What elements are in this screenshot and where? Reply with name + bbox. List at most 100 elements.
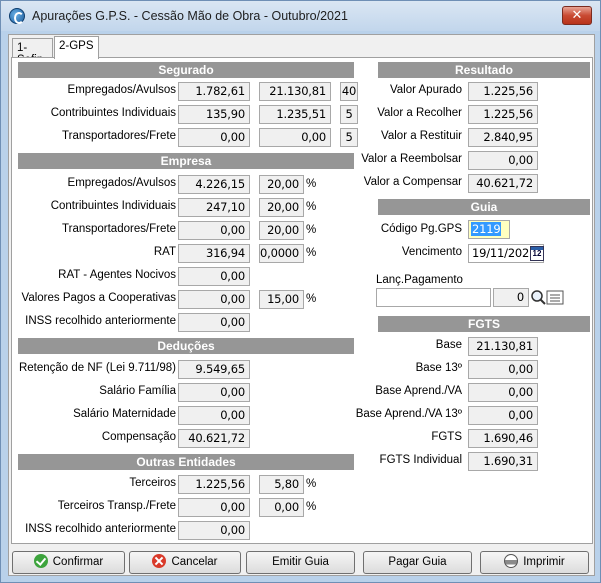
cancel-button-label: Cancelar [171,556,218,568]
segurado-contribuintes-value[interactable]: 135,90 [178,105,250,124]
segurado-transportadores-base[interactable]: 0,00 [259,128,331,147]
empresa-transportadores-unit: % [306,224,317,236]
deducoes-retencao-label: Retenção de NF (Lei 9.711/98) [18,362,176,374]
segurado-transportadores-value[interactable]: 0,00 [178,128,250,147]
emit-guide-button[interactable]: Emitir Guia [246,551,355,574]
empresa-transportadores-rate[interactable]: 20,00 [259,221,304,240]
resultado-restituir-label: Valor a Restituir [381,130,462,142]
resultado-compensar-value[interactable]: 40.621,72 [468,174,538,193]
guia-header: Guia [378,199,590,215]
deducoes-salario-familia-label: Salário Família [99,385,176,397]
deducoes-header: Deduções [18,338,354,354]
outras-terceiros-transp-rate[interactable]: 0,00 [259,498,304,517]
empresa-rat-unit: % [306,247,317,259]
segurado-empregados-label: Empregados/Avulsos [67,84,176,96]
segurado-contribuintes-count[interactable]: 5 [340,105,358,124]
deducoes-compensacao-label: Compensação [101,431,176,443]
title-bar: Apurações G.P.S. - Cessão Mão de Obra - … [1,1,600,31]
segurado-contribuintes-label: Contribuintes Individuais [50,107,176,119]
segurado-empregados-value[interactable]: 1.782,61 [178,82,250,101]
check-icon [33,554,48,568]
client-area: 1-Sefip 2-GPS Segurado Empregados/Avulso… [8,34,595,576]
outras-terceiros-label: Terceiros [129,477,176,489]
fgts-base-label: Base [435,339,462,351]
guia-lanc-input[interactable] [376,288,491,307]
window-title: Apurações G.P.S. - Cessão Mão de Obra - … [32,9,348,23]
empresa-empregados-rate[interactable]: 20,00 [259,175,304,194]
print-button-label: Imprimir [523,556,565,568]
empresa-rat-agentes-value[interactable]: 0,00 [178,267,250,286]
cancel-button[interactable]: Cancelar [129,551,241,574]
tab-gps[interactable]: 2-GPS [54,36,99,59]
list-icon[interactable] [546,289,564,306]
guia-codigo-input[interactable]: 2119 [468,220,510,239]
guia-codigo-value: 2119 [471,222,502,236]
calendar-icon[interactable]: 12 [530,246,544,261]
close-button[interactable]: ✕ [562,6,592,25]
empresa-contribuintes-rate[interactable]: 20,00 [259,198,304,217]
outras-terceiros-value[interactable]: 1.225,56 [178,475,250,494]
outras-terceiros-rate[interactable]: 5,80 [259,475,304,494]
fgts-base-aprend-label: Base Aprend./VA [375,385,462,397]
empresa-inss-anterior-label: INSS recolhido anteriormente [25,315,176,327]
confirm-button-label: Confirmar [52,556,104,568]
empresa-cooperativas-rate[interactable]: 15,00 [259,290,304,309]
fgts-base-aprend-value[interactable]: 0,00 [468,383,538,402]
fgts-base13-label: Base 13º [415,362,462,374]
outras-terceiros-transp-value[interactable]: 0,00 [178,498,250,517]
outras-terceiros-transp-unit: % [306,501,317,513]
fgts-label: FGTS [431,431,462,443]
tab-sefip[interactable]: 1-Sefip [12,38,53,66]
empresa-rat-agentes-label: RAT - Agentes Nocivos [58,269,176,281]
resultado-recolher-value[interactable]: 1.225,56 [468,105,538,124]
pay-guide-button[interactable]: Pagar Guia [363,551,472,574]
resultado-compensar-label: Valor a Compensar [363,176,462,188]
empresa-transportadores-value[interactable]: 0,00 [178,221,250,240]
app-icon [9,8,25,24]
fgts-value[interactable]: 1.690,46 [468,429,538,448]
segurado-empregados-base[interactable]: 21.130,81 [259,82,331,101]
fgts-header: FGTS [378,316,590,332]
outras-inss-anterior-label: INSS recolhido anteriormente [25,523,176,535]
outras-inss-anterior-value[interactable]: 0,00 [178,521,250,540]
empresa-rat-rate[interactable]: 0,0000 [259,244,304,263]
deducoes-retencao-value[interactable]: 9.549,65 [178,360,250,379]
segurado-transportadores-count[interactable]: 5 [340,128,358,147]
tab-page-gps: Segurado Empregados/Avulsos 1.782,61 21.… [11,57,593,544]
fgts-base-aprend13-value[interactable]: 0,00 [468,406,538,425]
resultado-reembolsar-label: Valor a Reembolsar [361,153,462,165]
empresa-contribuintes-unit: % [306,201,317,213]
empresa-contribuintes-value[interactable]: 247,10 [178,198,250,217]
outras-terceiros-unit: % [306,478,317,490]
deducoes-compensacao-value[interactable]: 40.621,72 [178,429,250,448]
resultado-apurado-value[interactable]: 1.225,56 [468,82,538,101]
empresa-cooperativas-unit: % [306,293,317,305]
confirm-button[interactable]: Confirmar [12,551,125,574]
printer-icon [504,554,519,568]
print-button[interactable]: Imprimir [480,551,589,574]
fgts-base13-value[interactable]: 0,00 [468,360,538,379]
fgts-base-value[interactable]: 21.130,81 [468,337,538,356]
empresa-cooperativas-value[interactable]: 0,00 [178,290,250,309]
deducoes-salario-familia-value[interactable]: 0,00 [178,383,250,402]
segurado-empregados-count[interactable]: 40 [340,82,358,101]
guia-lanc-number[interactable]: 0 [493,288,529,307]
segurado-contribuintes-base[interactable]: 1.235,51 [259,105,331,124]
emit-guide-button-label: Emitir Guia [272,556,329,568]
resultado-restituir-value[interactable]: 2.840,95 [468,128,538,147]
empresa-inss-anterior-value[interactable]: 0,00 [178,313,250,332]
search-icon[interactable] [530,289,546,306]
guia-vencimento-label: Vencimento [401,246,462,258]
outras-entidades-header: Outras Entidades [18,454,354,470]
resultado-header: Resultado [378,62,590,78]
deducoes-salario-maternidade-value[interactable]: 0,00 [178,406,250,425]
empresa-header: Empresa [18,153,354,169]
guia-lanc-label: Lanç.Pagamento [376,274,463,286]
empresa-empregados-unit: % [306,178,317,190]
empresa-contribuintes-label: Contribuintes Individuais [50,200,176,212]
fgts-individual-value[interactable]: 1.690,31 [468,452,538,471]
resultado-recolher-label: Valor a Recolher [377,107,462,119]
empresa-empregados-value[interactable]: 4.226,15 [178,175,250,194]
resultado-reembolsar-value[interactable]: 0,00 [468,151,538,170]
empresa-rat-value[interactable]: 316,94 [178,244,250,263]
